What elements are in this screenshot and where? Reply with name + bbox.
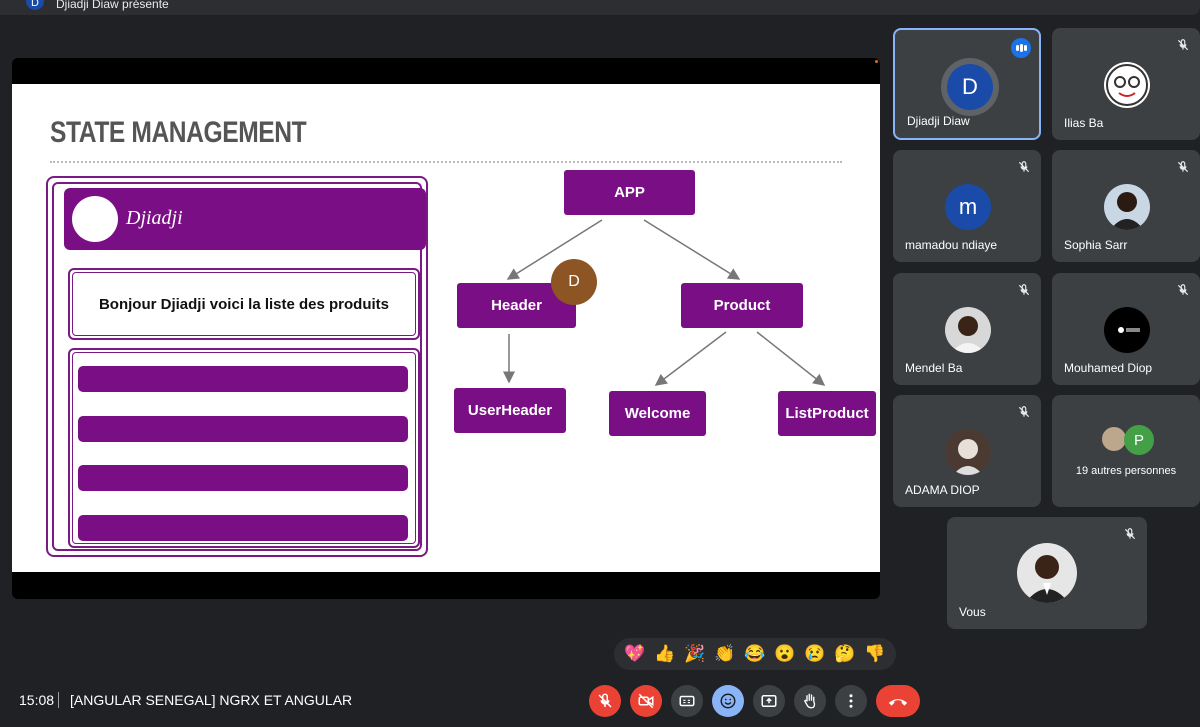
presentation-indicator [875, 60, 878, 63]
reactions-bar: 💖 👍 🎉 👏 😂 😮 😢 🤔 👎 [614, 638, 896, 670]
presenter-avatar: D [26, 0, 44, 10]
participant-name: ADAMA DIOP [905, 483, 980, 497]
mic-off-icon [1177, 39, 1189, 51]
participant-tile[interactable]: Sophia Sarr [1052, 150, 1200, 262]
participant-name: Mouhamed Diop [1064, 361, 1153, 375]
participant-avatar [1104, 62, 1150, 108]
tree-node-app: APP [564, 170, 695, 215]
tree-node-welcome: Welcome [609, 391, 706, 436]
mic-off-icon [1018, 284, 1030, 296]
participant-tile[interactable]: Ilias Ba [1052, 28, 1200, 140]
tree-node-listproduct: ListProduct [778, 391, 876, 436]
person-photo-icon [1025, 555, 1069, 603]
mic-off-icon [598, 693, 612, 708]
reaction-heart-button[interactable]: 💖 [622, 644, 648, 664]
more-vertical-icon [849, 694, 853, 708]
smiley-icon [720, 693, 736, 709]
clock: 15:08 [19, 692, 55, 708]
face-sketch-icon [1106, 64, 1148, 106]
presenter-bar: D Djiadji Diaw présente [0, 0, 1200, 15]
participant-name: mamadou ndiaye [905, 238, 998, 252]
participant-avatar [945, 429, 991, 475]
meeting-title: [ANGULAR SENEGAL] NGRX ET ANGULAR [70, 692, 353, 708]
camera-off-icon [638, 693, 654, 709]
reaction-thinking-button[interactable]: 🤔 [832, 644, 858, 664]
reaction-surprised-button[interactable]: 😮 [772, 644, 798, 664]
raise-hand-button[interactable] [794, 685, 826, 717]
presenter-cursor-avatar: D [551, 259, 597, 305]
person-photo-icon [1110, 192, 1144, 230]
other-avatar: P [1124, 425, 1154, 455]
reactions-button[interactable] [712, 685, 744, 717]
presentation-view: STATE MANAGEMENT Djiadji Bonjour Djiadji… [12, 58, 880, 599]
presenter-label: Djiadji Diaw présente [56, 0, 169, 11]
participant-tile[interactable]: Mendel Ba [893, 273, 1041, 385]
participant-tile[interactable]: ADAMA DIOP [893, 395, 1041, 507]
reaction-sad-button[interactable]: 😢 [802, 644, 828, 664]
reaction-thumbs-up-button[interactable]: 👍 [652, 644, 678, 664]
participant-name: Mendel Ba [905, 361, 963, 375]
reaction-clap-button[interactable]: 👏 [712, 644, 738, 664]
participant-tile[interactable]: m mamadou ndiaye [893, 150, 1041, 262]
others-tile[interactable]: P 19 autres personnes [1052, 395, 1200, 507]
participant-name: Vous [959, 605, 986, 619]
captions-button[interactable] [671, 685, 703, 717]
edge-product-listproduct [756, 331, 826, 386]
participant-name: Djiadji Diaw [907, 114, 970, 128]
mic-off-icon [1124, 528, 1136, 540]
tree-node-product: Product [681, 283, 803, 328]
mic-toggle-button[interactable] [589, 685, 621, 717]
end-call-button[interactable] [876, 685, 920, 717]
participant-avatar [945, 307, 991, 353]
separator [58, 692, 59, 708]
participant-avatar [1104, 307, 1150, 353]
camera-toggle-button[interactable] [630, 685, 662, 717]
person-photo-icon [945, 429, 991, 475]
mic-off-icon [1177, 161, 1189, 173]
participant-name: Sophia Sarr [1064, 238, 1128, 252]
reaction-party-button[interactable]: 🎉 [682, 644, 708, 664]
participant-avatar: D [947, 64, 993, 110]
mic-off-icon [1177, 284, 1189, 296]
reaction-laugh-button[interactable]: 😂 [742, 644, 768, 664]
hang-up-icon [888, 699, 908, 706]
reaction-thumbs-down-button[interactable]: 👎 [862, 644, 888, 664]
slide: STATE MANAGEMENT Djiadji Bonjour Djiadji… [12, 84, 880, 572]
logo-icon [1118, 327, 1140, 333]
participant-name: Ilias Ba [1064, 116, 1104, 130]
tree-node-userheader: UserHeader [454, 388, 566, 433]
participant-tile[interactable]: D Djiadji Diaw [893, 28, 1041, 140]
present-screen-button[interactable] [753, 685, 785, 717]
hand-icon [803, 693, 816, 709]
mic-off-icon [1018, 161, 1030, 173]
more-options-button[interactable] [835, 685, 867, 717]
captions-icon [679, 695, 695, 707]
mic-off-icon [1018, 406, 1030, 418]
self-tile[interactable]: Vous [947, 517, 1147, 629]
edge-app-product [643, 219, 741, 280]
speaking-indicator-icon [1011, 38, 1031, 58]
edge-product-welcome [654, 331, 727, 386]
participant-tile[interactable]: Mouhamed Diop [1052, 273, 1200, 385]
present-icon [761, 695, 777, 707]
participant-avatar: m [945, 184, 991, 230]
others-count-label: 19 autres personnes [1075, 465, 1177, 477]
participant-avatar [1104, 184, 1150, 230]
participant-avatar [1017, 543, 1077, 603]
tree-connectors [503, 219, 826, 386]
person-photo-icon [951, 316, 985, 353]
